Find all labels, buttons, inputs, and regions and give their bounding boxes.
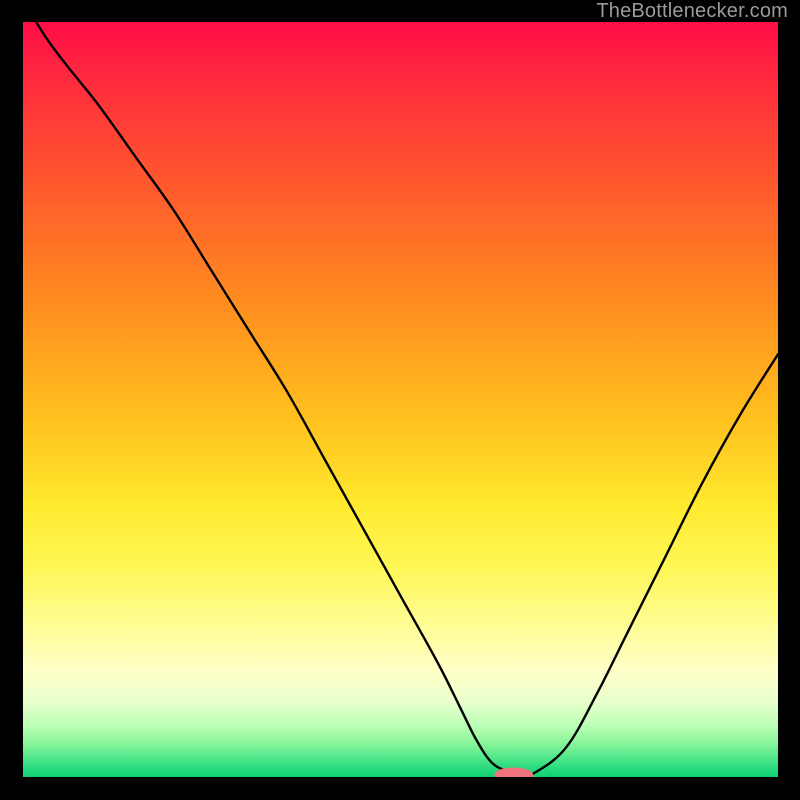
chart-svg xyxy=(23,22,778,777)
bottleneck-curve xyxy=(23,22,778,775)
chart-frame: TheBottlenecker.com xyxy=(0,0,800,800)
plot-area xyxy=(23,22,778,777)
watermark-text: TheBottlenecker.com xyxy=(596,0,788,23)
